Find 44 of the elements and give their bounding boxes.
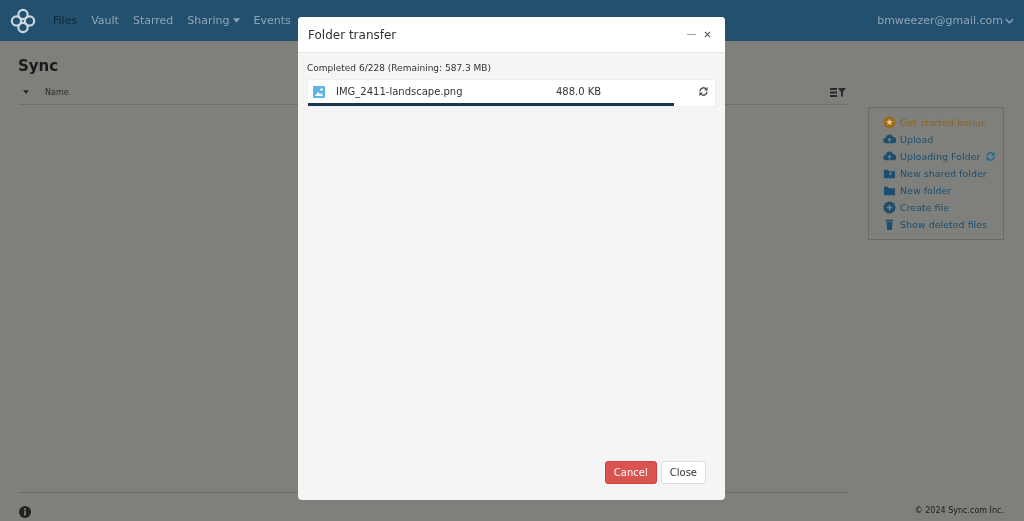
file-name: IMG_2411-landscape.png (336, 86, 464, 97)
cancel-button[interactable]: Cancel (604, 461, 657, 484)
page-title: Sync (18, 57, 59, 75)
action-label: Upload (900, 134, 934, 145)
action-label: New shared folder (900, 168, 987, 179)
nav-link[interactable]: Starred (125, 14, 181, 27)
sync-icon[interactable] (697, 85, 710, 98)
action-label: Show deleted files (900, 219, 988, 230)
action-label: Create file (900, 202, 950, 213)
action-link[interactable]: Show deleted files (883, 218, 999, 231)
action-link[interactable]: Upload (883, 133, 999, 146)
star-icon (883, 116, 896, 129)
logo-icon[interactable] (10, 7, 36, 34)
transfer-status: Completed 6/228 (Remaining: 587.3 MB) (307, 63, 493, 73)
dialog-title: Folder transfer (308, 27, 398, 42)
sync-icon (984, 150, 998, 163)
column-header[interactable]: Name (45, 87, 69, 97)
action-link[interactable]: New folder (883, 184, 999, 197)
action-label: Get started bonus (900, 117, 986, 128)
nav-link[interactable]: Vault (84, 14, 126, 27)
folder-icon (883, 167, 896, 180)
nav-link[interactable]: Sharing (180, 14, 247, 27)
chevron-down-icon (1005, 17, 1014, 24)
account-menu[interactable]: bmweezer@gmail.com (877, 14, 1014, 27)
action-label: Uploading Folder (900, 151, 981, 162)
cloud-upload-icon (883, 150, 896, 163)
image-file-icon (313, 85, 325, 98)
close-button[interactable]: Close (660, 461, 706, 484)
file-size: 488.0 KB (556, 86, 603, 97)
plus-icon (883, 201, 896, 214)
action-link[interactable]: New shared folder (883, 167, 999, 180)
filter-icon[interactable] (830, 87, 846, 97)
cloud-upload-icon (883, 133, 896, 146)
caret-icon[interactable] (23, 90, 29, 94)
action-link[interactable]: Uploading Folder (883, 150, 999, 163)
close-icon (704, 31, 711, 38)
action-label: New folder (900, 185, 952, 196)
copyright-text: © 2024 Sync.com Inc. (914, 506, 1004, 515)
info-icon[interactable] (19, 506, 31, 518)
nav-link[interactable]: Events (246, 14, 298, 27)
minimize-icon (687, 33, 696, 36)
action-link[interactable]: Create file (883, 201, 999, 214)
folder-icon (883, 184, 896, 197)
trash-icon (883, 218, 896, 231)
